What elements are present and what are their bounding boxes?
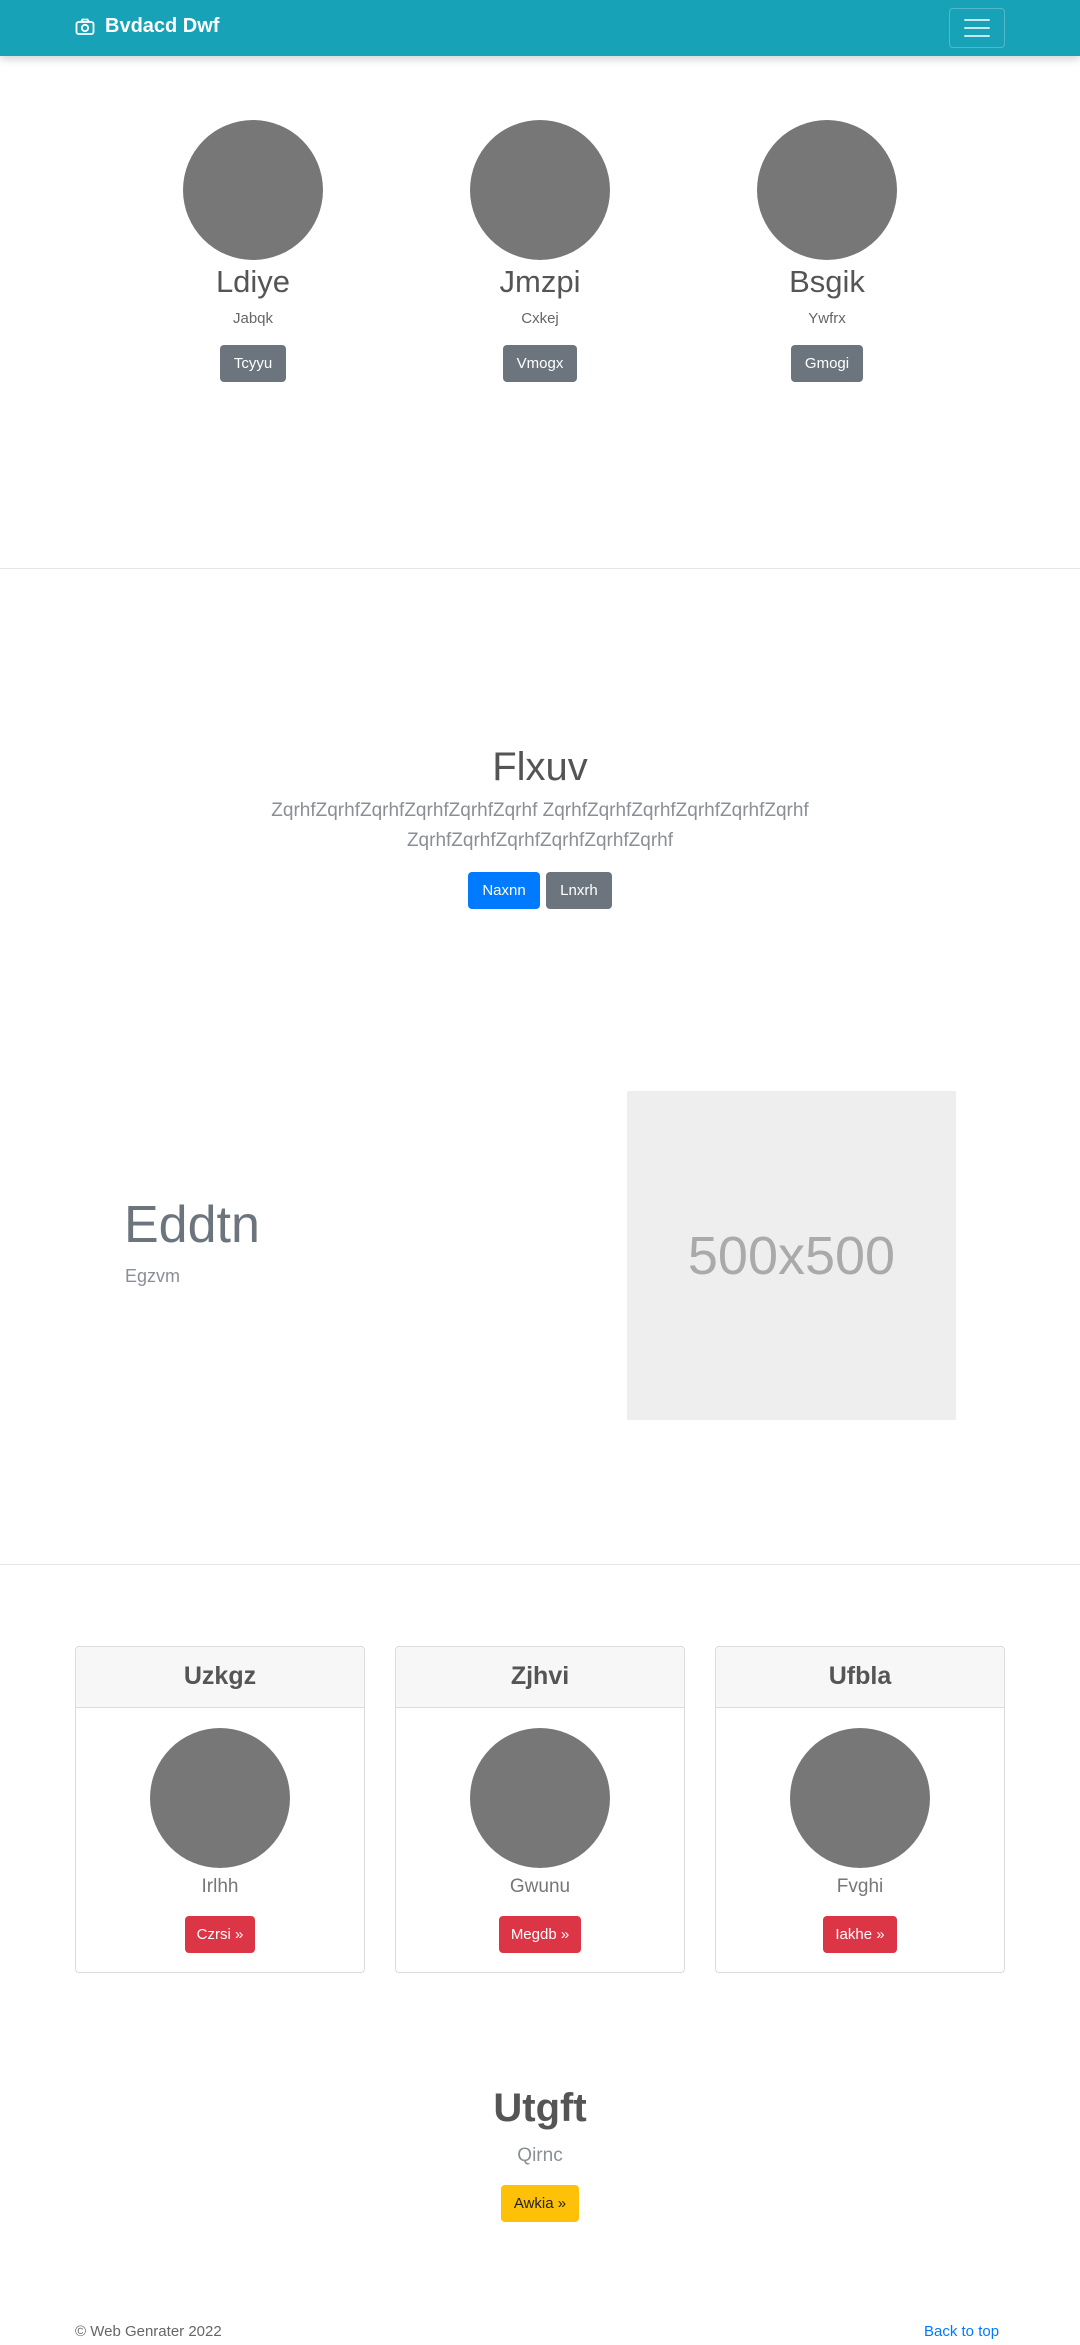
brand-link[interactable]: Bvdacd Dwf xyxy=(75,15,219,38)
section-divider xyxy=(0,568,1080,569)
cta-section: Utgft Qirnc Awkia » xyxy=(0,2086,1080,2222)
hero-primary-button[interactable]: Naxnn xyxy=(468,872,540,909)
person-subtitle: Ywfrx xyxy=(808,310,846,327)
placeholder-image: 500x500 xyxy=(627,1091,956,1420)
avatar xyxy=(757,120,897,260)
hero-lead: ZqrhfZqrhfZqrhfZqrhfZqrhfZqrhf ZqrhfZqrh… xyxy=(0,796,1080,856)
feature-title: Eddtn xyxy=(124,1196,260,1254)
hero-secondary-button[interactable]: Lnxrh xyxy=(546,872,612,909)
person-name: Bsgik xyxy=(789,264,865,299)
footer-copyright: © Web Genrater 2022 xyxy=(75,2323,222,2340)
person-card: Ldiye Jabqk Tcyyu xyxy=(153,120,353,382)
card-name: Fvghi xyxy=(836,1876,884,1897)
card-header: Ufbla xyxy=(716,1647,1004,1708)
cta-title: Utgft xyxy=(493,2086,587,2130)
avatar xyxy=(150,1728,290,1868)
hero-lead-line: ZqrhfZqrhfZqrhfZqrhfZqrhfZqrhf ZqrhfZqrh… xyxy=(271,800,809,821)
card-name: Irlhh xyxy=(201,1876,239,1897)
person-button[interactable]: Tcyyu xyxy=(219,345,287,382)
back-to-top-link[interactable]: Back to top xyxy=(924,2323,999,2340)
section-divider xyxy=(0,1564,1080,1565)
hero-lead-line: ZqrhfZqrhfZqrhfZqrhfZqrhfZqrhf xyxy=(406,830,674,851)
avatar xyxy=(470,120,610,260)
person-card: Jmzpi Cxkej Vmogx xyxy=(440,120,640,382)
card-name: Gwunu xyxy=(509,1876,571,1897)
person-button[interactable]: Gmogi xyxy=(790,345,864,382)
card: Uzkgz Irlhh Czrsi » xyxy=(75,1646,365,1973)
hero-section: Flxuv ZqrhfZqrhfZqrhfZqrhfZqrhfZqrhf Zqr… xyxy=(0,745,1080,909)
card-button[interactable]: Czrsi » xyxy=(184,1916,256,1953)
avatar xyxy=(183,120,323,260)
person-button[interactable]: Vmogx xyxy=(502,345,578,382)
card: Zjhvi Gwunu Megdb » xyxy=(395,1646,685,1973)
cta-subtitle: Qirnc xyxy=(517,2145,563,2166)
hamburger-menu-icon[interactable] xyxy=(949,8,1005,48)
navbar: Bvdacd Dwf xyxy=(0,0,1080,56)
placeholder-label: 500x500 xyxy=(687,1225,896,1286)
person-subtitle: Jabqk xyxy=(232,310,274,327)
camera-icon xyxy=(75,18,95,35)
hero-buttons: Naxnn Lnxrh xyxy=(0,872,1080,909)
card: Ufbla Fvghi Iakhe » xyxy=(715,1646,1005,1973)
hero-title: Flxuv xyxy=(492,745,588,789)
brand-name: Bvdacd Dwf xyxy=(105,15,220,37)
avatar xyxy=(790,1728,930,1868)
avatar xyxy=(470,1728,610,1868)
feature-subtitle: Egzvm xyxy=(125,1266,181,1286)
person-card: Bsgik Ywfrx Gmogi xyxy=(727,120,927,382)
card-header: Uzkgz xyxy=(76,1647,364,1708)
person-name: Ldiye xyxy=(215,264,291,299)
cta-button[interactable]: Awkia » xyxy=(500,2185,580,2222)
person-subtitle: Cxkej xyxy=(521,310,559,327)
card-button[interactable]: Iakhe » xyxy=(823,1916,897,1953)
card-header: Zjhvi xyxy=(396,1647,684,1708)
person-name: Jmzpi xyxy=(499,264,581,299)
card-button[interactable]: Megdb » xyxy=(498,1916,582,1953)
